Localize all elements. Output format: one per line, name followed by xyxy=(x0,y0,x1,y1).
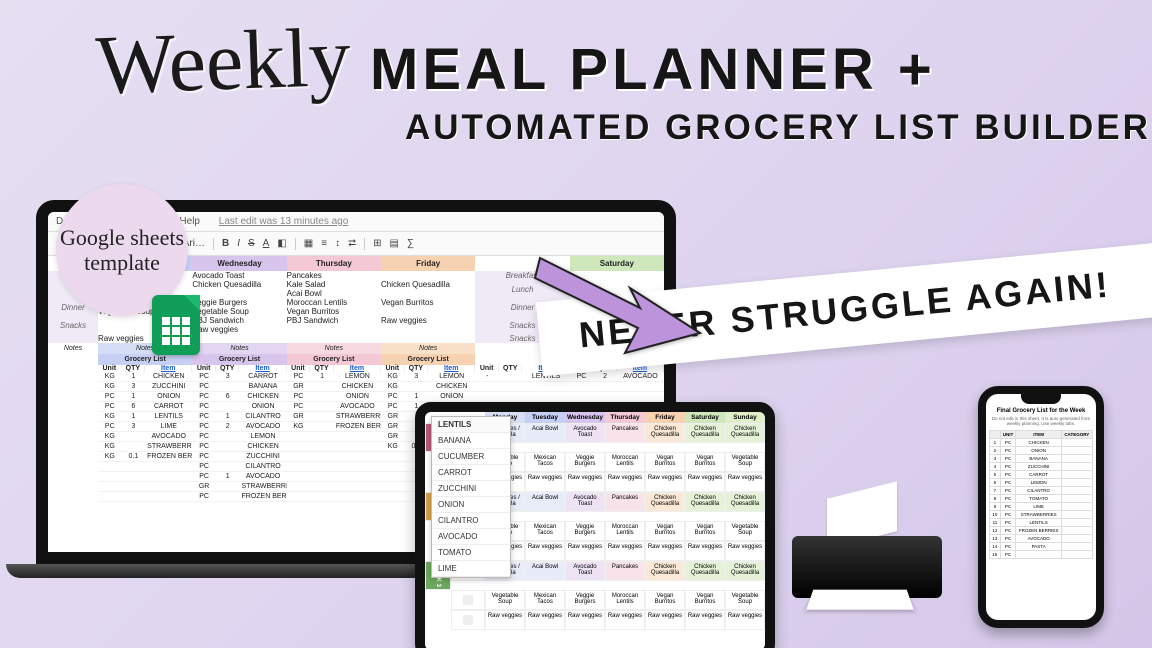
title-main: MEAL PLANNER + xyxy=(370,36,936,103)
google-sheets-icon xyxy=(152,295,200,355)
printer-icon xyxy=(782,490,952,620)
arrow-icon xyxy=(530,238,710,358)
bold-icon: B xyxy=(222,238,229,249)
title-sub: AUTOMATED GROCERY LIST BUILDER xyxy=(405,108,1151,148)
dropdown-popup: LENTILSBANANACUCUMBERCARROTZUCCHINIONION… xyxy=(431,416,511,578)
tablet-mockup: LENTILSBANANACUCUMBERCARROTZUCCHINIONION… xyxy=(415,402,775,648)
phone-mockup: Final Grocery List for the Week Do not e… xyxy=(978,386,1104,628)
title-script: Weekly xyxy=(94,9,352,115)
